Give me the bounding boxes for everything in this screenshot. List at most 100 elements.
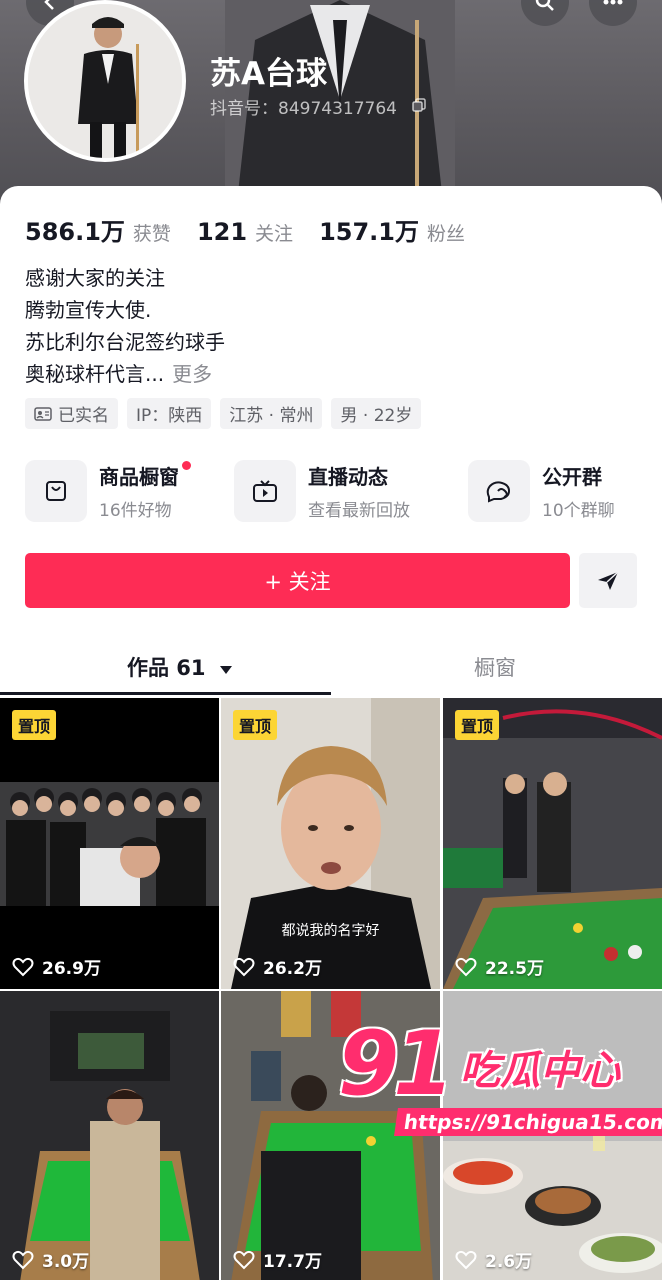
profile-header: 苏A台球 抖音号：84974317764 <box>0 0 662 215</box>
feature-shop-window[interactable]: 商品橱窗 16件好物 <box>25 460 191 522</box>
feature-title: 商品橱窗 <box>99 461 191 490</box>
video-tile[interactable]: 3.0万 <box>0 991 219 1280</box>
location-tag-label: 江苏 · 常州 <box>229 406 314 426</box>
location-tag: 江苏 · 常州 <box>220 398 323 429</box>
gender-age-tag-label: 男 · 22岁 <box>340 406 413 426</box>
feature-icon-box <box>234 460 296 522</box>
feature-subtitle: 10个群聊 <box>542 501 615 521</box>
like-count-text: 26.9万 <box>42 959 101 979</box>
pinned-badge: 置顶 <box>233 710 278 740</box>
heart-icon <box>12 957 34 976</box>
back-arrow-icon <box>44 0 54 10</box>
profile-tags: 已实名 IP：陕西 江苏 · 常州 男 · 22岁 <box>25 398 422 429</box>
bio-line: 腾勃宣传大使. <box>25 298 152 322</box>
feature-text: 商品橱窗 16件好物 <box>99 461 191 521</box>
bio-line: 苏比利尔台泥签约球手 <box>25 330 225 354</box>
watermark-url: https://91chigua15.com <box>394 1108 662 1136</box>
heart-icon <box>233 957 255 976</box>
like-count: 3.0万 <box>12 1247 89 1272</box>
feature-title: 公开群 <box>542 465 602 489</box>
tab-works[interactable]: 作品 61 <box>127 652 233 682</box>
tab-shop-window[interactable]: 橱窗 <box>474 652 516 682</box>
like-count: 26.2万 <box>233 954 322 979</box>
following-label[interactable]: 关注 <box>255 219 293 246</box>
bag-icon <box>46 481 66 501</box>
followers-label[interactable]: 粉丝 <box>427 219 465 246</box>
more-icon <box>603 0 623 5</box>
avatar[interactable] <box>24 0 186 162</box>
bio-line-last: 奥秘球杆代言... 更多 <box>25 358 225 390</box>
feature-subtitle: 16件好物 <box>99 501 172 521</box>
video-grid: 置顶 26.9万 置顶 都说我的名字好 26.2万 置顶 22.5万 3.0万 … <box>0 698 662 1280</box>
ip-tag: IP：陕西 <box>127 398 212 429</box>
heart-icon <box>233 1250 255 1269</box>
bio-line: 感谢大家的关注 <box>25 266 165 290</box>
feature-icon-box <box>468 460 530 522</box>
video-tile[interactable]: 置顶 26.9万 <box>0 698 219 989</box>
search-icon <box>535 0 554 11</box>
like-count: 26.9万 <box>12 954 101 979</box>
heart-icon <box>455 957 477 976</box>
gender-age-tag: 男 · 22岁 <box>331 398 422 429</box>
feature-icon-box <box>25 460 87 522</box>
likes-count: 586.1万 <box>25 218 125 246</box>
id-card-icon <box>34 406 52 421</box>
share-button[interactable] <box>579 553 637 608</box>
bio-line: 奥秘球杆代言... <box>25 362 165 386</box>
likes-label: 获赞 <box>132 223 171 245</box>
bio-more-link[interactable]: 更多 <box>172 362 212 386</box>
feature-live-updates[interactable]: 直播动态 查看最新回放 <box>234 460 410 522</box>
follow-button[interactable]: + 关注 <box>25 553 570 608</box>
video-tile[interactable]: 置顶 都说我的名字好 26.2万 <box>221 698 440 989</box>
like-count-text: 17.7万 <box>263 1252 322 1272</box>
video-tile[interactable]: 置顶 22.5万 <box>443 698 662 989</box>
avatar-photo <box>28 4 182 158</box>
active-tab-indicator <box>0 692 331 695</box>
like-count-text: 3.0万 <box>42 1252 90 1272</box>
search-button[interactable] <box>521 0 569 26</box>
verified-tag-label: 已实名 <box>58 406 109 426</box>
content-tabs: 作品 61 橱窗 <box>0 638 662 696</box>
video-thumbnail <box>0 698 219 989</box>
profile-name: 苏A台球 <box>210 56 327 92</box>
ip-tag-label: IP：陕西 <box>136 406 203 426</box>
watermark-title: 吃瓜中心 <box>460 1048 620 1094</box>
tv-icon <box>253 480 277 502</box>
bio: 感谢大家的关注 腾勃宣传大使. 苏比利尔台泥签约球手 奥秘球杆代言... 更多 <box>25 262 225 390</box>
douyin-id: 抖音号：84974317764 <box>210 99 397 119</box>
heart-icon <box>455 1250 477 1269</box>
feature-title: 直播动态 <box>308 465 388 489</box>
tab-works-label: 作品 61 <box>127 656 206 680</box>
feature-entries: 商品橱窗 16件好物 直播动态 查看最新回放 公开群 10个群聊 <box>25 460 645 524</box>
verified-tag: 已实名 <box>25 398 118 429</box>
stats-row: 586.1万 获赞 121 关注 157.1万 粉丝 <box>25 212 491 247</box>
watermark: 91 吃瓜中心 https://91chigua15.com <box>338 1012 662 1142</box>
watermark-number: 91 <box>338 1012 454 1115</box>
chat-icon <box>486 481 511 503</box>
caret-down-icon <box>219 666 232 674</box>
heart-icon <box>12 1250 34 1269</box>
followers-count[interactable]: 157.1万 <box>319 212 419 247</box>
feature-subtitle: 查看最新回放 <box>308 501 410 521</box>
like-count: 22.5万 <box>455 954 544 979</box>
more-button[interactable] <box>589 0 637 26</box>
pinned-badge: 置顶 <box>455 710 500 740</box>
like-count: 2.6万 <box>455 1247 532 1272</box>
send-icon <box>598 570 619 590</box>
video-thumbnail <box>0 991 219 1280</box>
feature-text: 直播动态 查看最新回放 <box>308 461 410 521</box>
like-count-text: 2.6万 <box>485 1252 533 1272</box>
feature-title-text: 商品橱窗 <box>99 465 179 489</box>
following-count[interactable]: 121 <box>197 218 247 246</box>
like-count-text: 22.5万 <box>485 959 544 979</box>
pinned-badge: 置顶 <box>12 710 57 740</box>
like-count: 17.7万 <box>233 1247 322 1272</box>
feature-public-group[interactable]: 公开群 10个群聊 <box>468 460 615 522</box>
feature-text: 公开群 10个群聊 <box>542 461 615 521</box>
video-thumbnail <box>443 698 662 989</box>
copy-icon[interactable] <box>412 98 426 112</box>
notification-dot <box>182 461 191 470</box>
like-count-text: 26.2万 <box>263 959 322 979</box>
video-caption: 都说我的名字好 <box>281 923 380 939</box>
video-thumbnail <box>221 698 440 989</box>
